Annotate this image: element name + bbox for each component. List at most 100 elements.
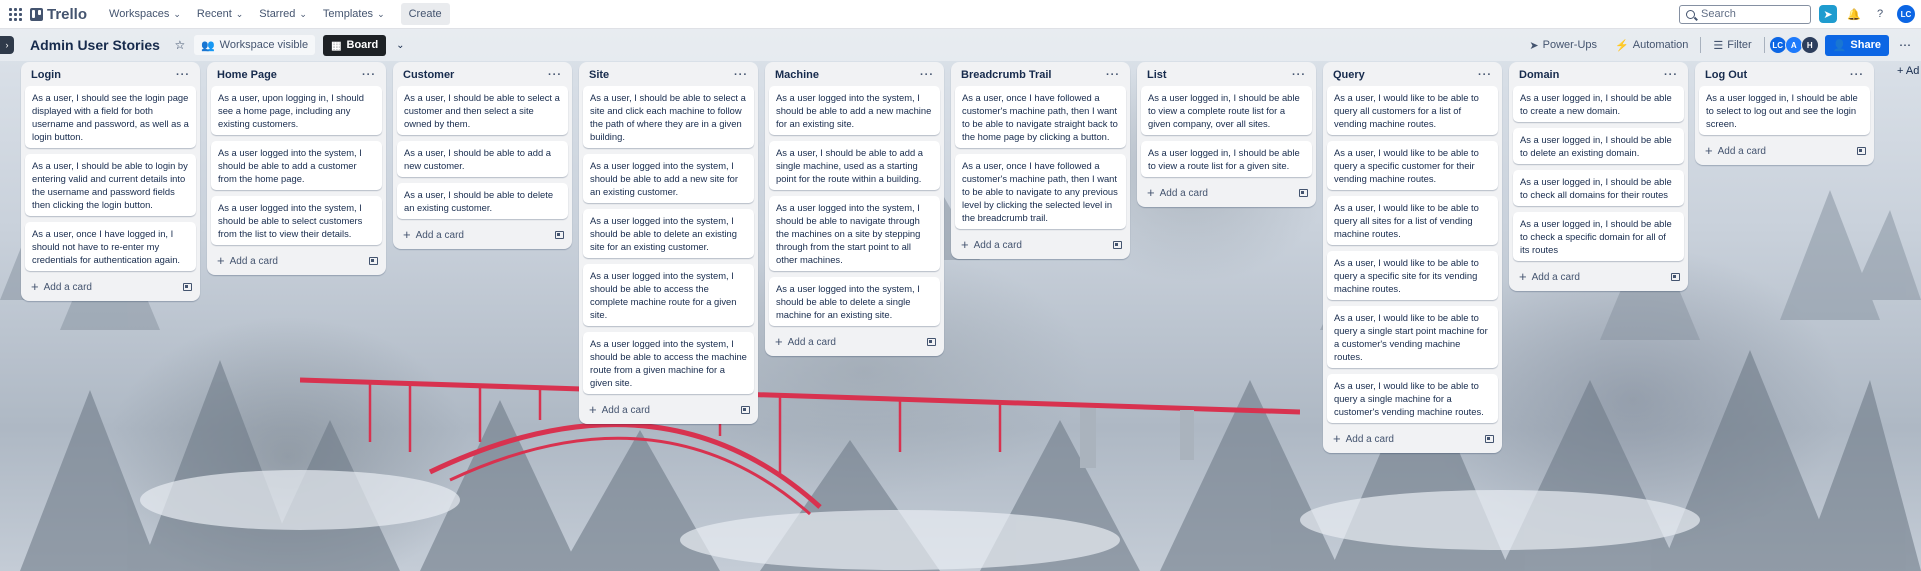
card[interactable]: As a user, I should be able to select a … bbox=[397, 86, 568, 135]
card[interactable]: As a user, I would like to be able to qu… bbox=[1327, 251, 1498, 300]
list-actions-icon[interactable]: ··· bbox=[362, 69, 376, 81]
add-card-button[interactable]: + Add a card bbox=[403, 228, 464, 241]
card[interactable]: As a user logged into the system, I shou… bbox=[769, 196, 940, 271]
create-from-template-icon[interactable] bbox=[927, 338, 936, 346]
create-from-template-icon[interactable] bbox=[369, 257, 378, 265]
list-column[interactable]: Site ··· As a user, I should be able to se… bbox=[579, 62, 758, 424]
list-column[interactable]: Log Out ··· As a user logged in, I should … bbox=[1695, 62, 1874, 165]
card[interactable]: As a user, once I have followed a custom… bbox=[955, 86, 1126, 148]
list-column[interactable]: Machine ··· As a user logged into the syst… bbox=[765, 62, 944, 356]
notifications-icon[interactable]: 🔔 bbox=[1845, 5, 1863, 23]
card[interactable]: As a user, I would like to be able to qu… bbox=[1327, 86, 1498, 135]
list-column[interactable]: Customer ··· As a user, I should be able t… bbox=[393, 62, 572, 249]
card[interactable]: As a user, I would like to be able to qu… bbox=[1327, 306, 1498, 368]
templates-menu[interactable]: Templates ⌄ bbox=[315, 3, 393, 25]
power-ups-button[interactable]: ➤ Power-Ups bbox=[1523, 35, 1603, 55]
create-from-template-icon[interactable] bbox=[1299, 189, 1308, 197]
list-title[interactable]: Machine bbox=[775, 69, 819, 81]
card[interactable]: As a user logged in, I should be able to… bbox=[1513, 86, 1684, 122]
card[interactable]: As a user logged in, I should be able to… bbox=[1513, 212, 1684, 261]
card[interactable]: As a user, once I have followed a custom… bbox=[955, 154, 1126, 229]
list-column[interactable]: Login ··· As a user, I should see the logi… bbox=[21, 62, 200, 301]
create-from-template-icon[interactable] bbox=[183, 283, 192, 291]
help-icon[interactable]: ? bbox=[1871, 5, 1889, 23]
list-actions-icon[interactable]: ··· bbox=[920, 69, 934, 81]
list-title[interactable]: Breadcrumb Trail bbox=[961, 69, 1051, 81]
create-from-template-icon[interactable] bbox=[1113, 241, 1122, 249]
card[interactable]: As a user logged into the system, I shou… bbox=[769, 277, 940, 326]
member-avatar[interactable]: H bbox=[1800, 36, 1819, 54]
card[interactable]: As a user, once I have logged in, I shou… bbox=[25, 222, 196, 271]
list-column[interactable]: Domain ··· As a user logged in, I should b… bbox=[1509, 62, 1688, 291]
search-input[interactable]: Search bbox=[1679, 4, 1811, 24]
expand-sidebar-button[interactable]: › bbox=[0, 36, 14, 54]
add-card-button[interactable]: + Add a card bbox=[1147, 186, 1208, 199]
filter-button[interactable]: ☰ Filter bbox=[1707, 35, 1757, 55]
list-actions-icon[interactable]: ··· bbox=[1478, 69, 1492, 81]
workspaces-menu[interactable]: Workspaces ⌄ bbox=[101, 3, 189, 25]
add-card-button[interactable]: + Add a card bbox=[961, 238, 1022, 251]
trello-logo[interactable]: Trello bbox=[30, 6, 87, 23]
card[interactable]: As a user logged into the system, I shou… bbox=[583, 209, 754, 258]
star-board-icon[interactable]: ☆ bbox=[170, 35, 190, 55]
list-title[interactable]: List bbox=[1147, 69, 1167, 81]
card[interactable]: As a user, I would like to be able to qu… bbox=[1327, 374, 1498, 423]
create-button[interactable]: Create bbox=[400, 3, 450, 25]
add-card-button[interactable]: + Add a card bbox=[1705, 144, 1766, 157]
create-from-template-icon[interactable] bbox=[1485, 435, 1494, 443]
list-actions-icon[interactable]: ··· bbox=[734, 69, 748, 81]
card[interactable]: As a user, upon logging in, I should see… bbox=[211, 86, 382, 135]
card[interactable]: As a user logged in, I should be able to… bbox=[1513, 128, 1684, 164]
board-view-button[interactable]: ▦ Board bbox=[323, 34, 387, 56]
board-menu-icon[interactable]: ⋯ bbox=[1895, 35, 1915, 55]
card[interactable]: As a user logged in, I should be able to… bbox=[1141, 86, 1312, 135]
list-actions-icon[interactable]: ··· bbox=[1292, 69, 1306, 81]
list-actions-icon[interactable]: ··· bbox=[1106, 69, 1120, 81]
app-switcher-icon[interactable] bbox=[6, 5, 24, 23]
list-title[interactable]: Site bbox=[589, 69, 609, 81]
add-card-button[interactable]: + Add a card bbox=[1519, 270, 1580, 283]
card[interactable]: As a user logged in, I should be able to… bbox=[1513, 170, 1684, 206]
card[interactable]: As a user, I should be able to delete an… bbox=[397, 183, 568, 219]
list-actions-icon[interactable]: ··· bbox=[1850, 69, 1864, 81]
add-card-button[interactable]: + Add a card bbox=[217, 254, 278, 267]
card[interactable]: As a user, I would like to be able to qu… bbox=[1327, 141, 1498, 190]
share-button[interactable]: 👤 Share bbox=[1824, 34, 1889, 56]
list-title[interactable]: Query bbox=[1333, 69, 1365, 81]
card[interactable]: As a user, I should be able to select a … bbox=[583, 86, 754, 148]
list-column[interactable]: Query ··· As a user, I would like to be ab… bbox=[1323, 62, 1502, 453]
create-from-template-icon[interactable] bbox=[1857, 147, 1866, 155]
account-avatar[interactable]: LC bbox=[1897, 5, 1915, 23]
list-column[interactable]: List ··· As a user logged in, I should be … bbox=[1137, 62, 1316, 207]
list-title[interactable]: Log Out bbox=[1705, 69, 1747, 81]
card[interactable]: As a user logged into the system, I shou… bbox=[769, 86, 940, 135]
list-actions-icon[interactable]: ··· bbox=[176, 69, 190, 81]
card[interactable]: As a user, I would like to be able to qu… bbox=[1327, 196, 1498, 245]
card[interactable]: As a user, I should be able to add a new… bbox=[397, 141, 568, 177]
card[interactable]: As a user logged in, I should be able to… bbox=[1141, 141, 1312, 177]
card[interactable]: As a user, I should see the login page d… bbox=[25, 86, 196, 148]
add-card-button[interactable]: + Add a card bbox=[1333, 432, 1394, 445]
add-card-button[interactable]: + Add a card bbox=[31, 280, 92, 293]
create-from-template-icon[interactable] bbox=[1671, 273, 1680, 281]
card[interactable]: As a user logged into the system, I shou… bbox=[211, 141, 382, 190]
add-another-list-button[interactable]: + Ad bbox=[1897, 65, 1919, 77]
list-title[interactable]: Login bbox=[31, 69, 61, 81]
list-column[interactable]: Breadcrumb Trail ··· As a user, once I hav… bbox=[951, 62, 1130, 259]
card[interactable]: As a user logged into the system, I shou… bbox=[211, 196, 382, 245]
starred-menu[interactable]: Starred ⌄ bbox=[251, 3, 315, 25]
create-from-template-icon[interactable] bbox=[555, 231, 564, 239]
board-title[interactable]: Admin User Stories bbox=[30, 37, 160, 53]
list-column[interactable]: Home Page ··· As a user, upon logging in, … bbox=[207, 62, 386, 275]
create-from-template-icon[interactable] bbox=[741, 406, 750, 414]
automation-button[interactable]: ⚡ Automation bbox=[1609, 35, 1694, 55]
card[interactable]: As a user, I should be able to add a sin… bbox=[769, 141, 940, 190]
list-title[interactable]: Customer bbox=[403, 69, 454, 81]
views-chevron-down-icon[interactable]: ⌄ bbox=[390, 35, 410, 55]
list-actions-icon[interactable]: ··· bbox=[548, 69, 562, 81]
list-title[interactable]: Home Page bbox=[217, 69, 277, 81]
card[interactable]: As a user logged into the system, I shou… bbox=[583, 332, 754, 394]
upgrade-icon[interactable]: ➤ bbox=[1819, 5, 1837, 23]
card[interactable]: As a user, I should be able to login by … bbox=[25, 154, 196, 216]
card[interactable]: As a user logged into the system, I shou… bbox=[583, 154, 754, 203]
